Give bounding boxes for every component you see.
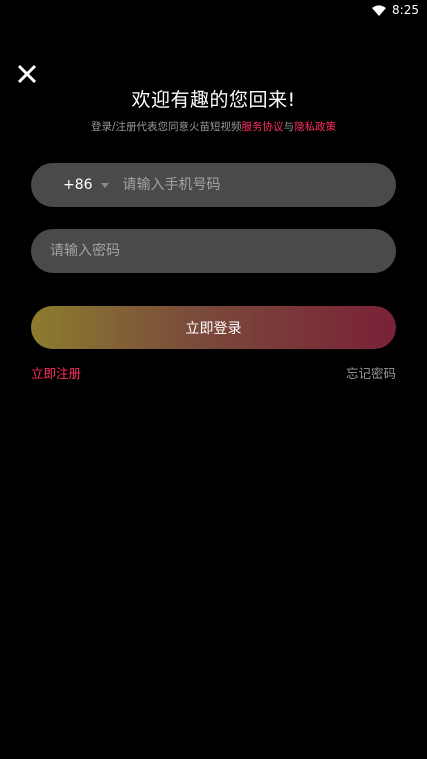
password-input[interactable] xyxy=(48,228,396,274)
wifi-icon xyxy=(372,4,387,16)
login-button[interactable]: 立即登录 xyxy=(31,306,396,349)
status-bar-right: 8:25 xyxy=(372,3,419,17)
caret-down-icon xyxy=(100,182,109,188)
agreement-connector: 与 xyxy=(283,121,295,133)
status-time: 8:25 xyxy=(392,3,419,17)
forgot-password-link[interactable]: 忘记密码 xyxy=(346,363,396,382)
country-code-label: +86 xyxy=(63,177,93,193)
password-input-container xyxy=(31,228,396,274)
privacy-policy-link[interactable]: 隐私政策 xyxy=(294,121,336,133)
phone-input-container: +86 xyxy=(31,162,396,208)
agreement-prefix: 登录/注册代表您同意火苗短视频 xyxy=(90,121,242,133)
phone-input[interactable] xyxy=(120,162,396,208)
agreement-text: 登录/注册代表您同意火苗短视频服务协议与隐私政策 xyxy=(0,119,427,134)
page-title: 欢迎有趣的您回来! xyxy=(131,89,296,111)
close-button[interactable] xyxy=(14,61,40,87)
service-agreement-link[interactable]: 服务协议 xyxy=(242,121,284,133)
status-bar: 8:25 xyxy=(0,0,427,24)
country-code-selector[interactable]: +86 xyxy=(63,177,109,193)
register-link[interactable]: 立即注册 xyxy=(31,363,81,382)
close-icon xyxy=(17,64,37,84)
